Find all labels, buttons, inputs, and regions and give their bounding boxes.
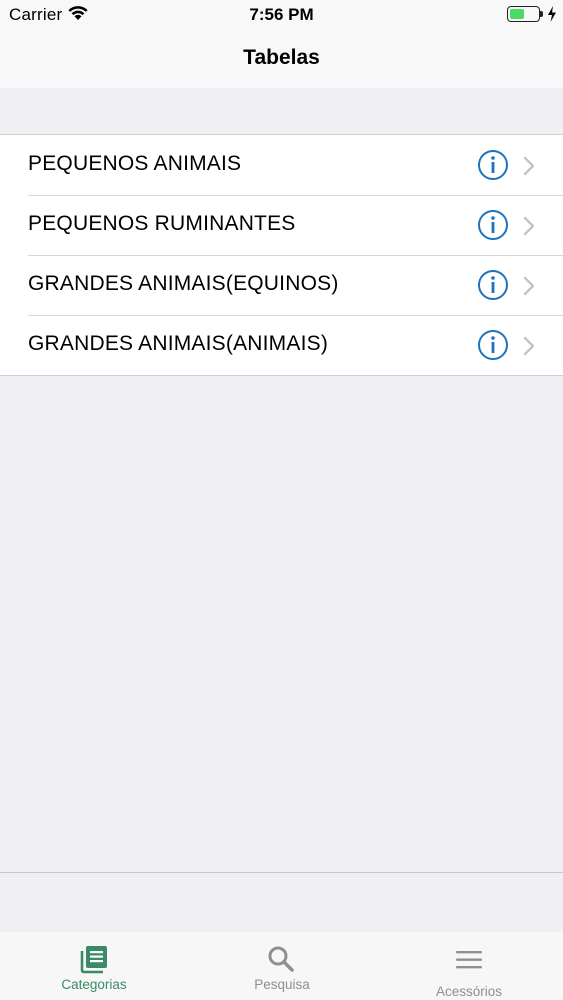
tab-bar: Categorias Pesquisa Acessórios [0,932,563,1000]
tab-label: Categorias [61,977,127,992]
table-list: PEQUENOS ANIMAIS PEQUENOS RUMINANTES GRA… [0,134,563,376]
charging-bolt-icon [548,6,556,22]
tab-label: Acessórios [435,984,503,999]
status-bar: Carrier 7:56 PM [0,0,563,28]
menu-icon [456,951,482,969]
info-icon[interactable] [477,149,509,181]
chevron-right-icon [523,276,535,296]
list-item[interactable]: GRANDES ANIMAIS(EQUINOS) [0,255,563,315]
info-icon[interactable] [477,209,509,241]
list-item[interactable]: GRANDES ANIMAIS(ANIMAIS) [0,315,563,375]
tab-label: Pesquisa [254,977,310,992]
chevron-right-icon [523,336,535,356]
tab-categorias[interactable]: Categorias [0,932,188,1000]
list-item[interactable]: PEQUENOS ANIMAIS [0,135,563,195]
page-title: Tabelas [243,46,320,69]
list-item-label: GRANDES ANIMAIS(ANIMAIS) [28,332,329,355]
info-icon[interactable] [477,269,509,301]
status-time: 7:56 PM [249,5,314,24]
list-item-label: PEQUENOS ANIMAIS [28,152,242,175]
battery-icon [507,6,540,22]
info-icon[interactable] [477,329,509,361]
search-icon [268,946,294,972]
chevron-right-icon [523,216,535,236]
navigation-bar: Tabelas [0,28,563,88]
tab-acessorios[interactable]: Acessórios [375,932,563,1000]
list-item[interactable]: PEQUENOS RUMINANTES [0,195,563,255]
battery-cap [540,11,543,17]
list-item-label: GRANDES ANIMAIS(EQUINOS) [28,272,339,295]
battery-level [510,9,525,19]
list-item-label: PEQUENOS RUMINANTES [28,212,296,235]
bottom-panel [0,872,563,932]
tab-pesquisa[interactable]: Pesquisa [188,932,376,1000]
chevron-right-icon [523,156,535,176]
book-icon [80,946,107,974]
